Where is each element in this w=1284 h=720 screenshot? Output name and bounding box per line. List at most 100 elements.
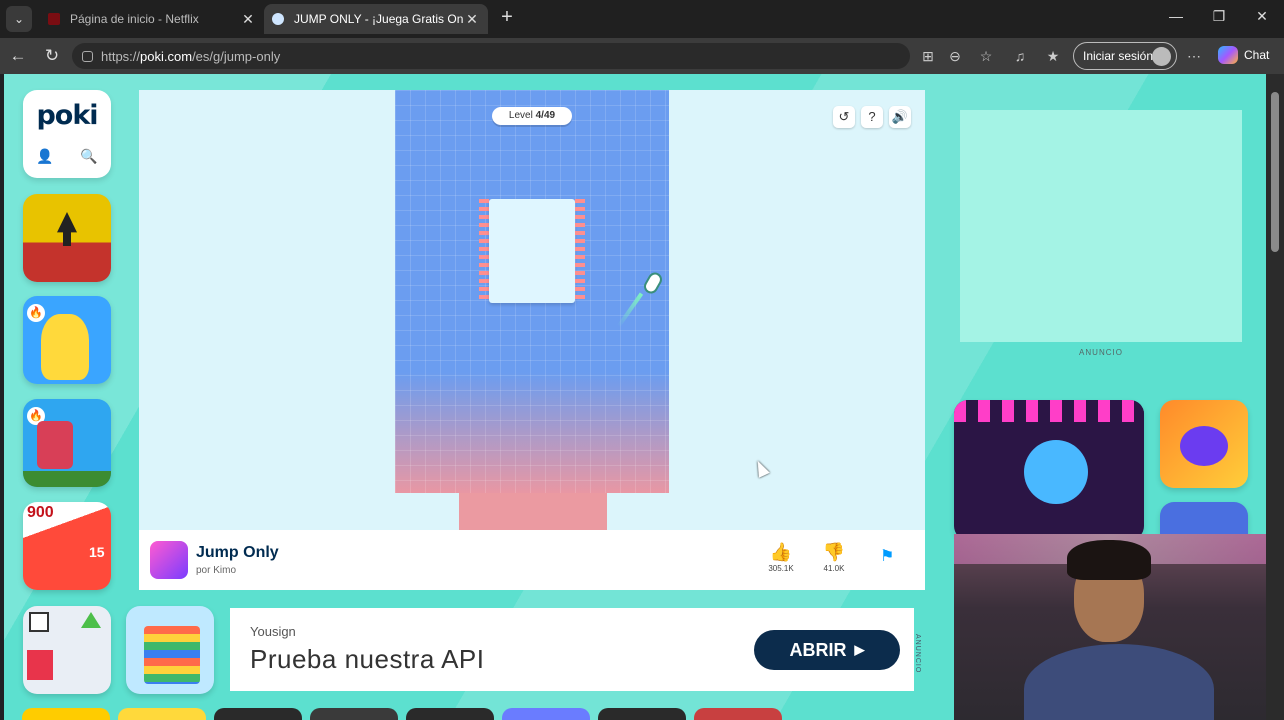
game-thumbnail[interactable] [118, 708, 206, 720]
game-thumbnail[interactable] [310, 708, 398, 720]
netflix-favicon-icon [48, 13, 60, 25]
close-tab-icon[interactable]: ✕ [464, 11, 480, 28]
url-field[interactable]: https://poki.com/es/g/jump-only [72, 43, 910, 69]
url-prefix: https:// [101, 48, 141, 64]
webcam-art [1067, 540, 1151, 580]
help-icon[interactable]: ? [861, 106, 883, 128]
platform-block [489, 199, 575, 303]
game-thumbnail[interactable] [406, 708, 494, 720]
game-art [23, 471, 111, 487]
game-thumbnail[interactable]: 900 15 [23, 502, 111, 590]
chat-label: Chat [1244, 48, 1270, 62]
close-window-icon[interactable]: ✕ [1252, 8, 1272, 25]
site-info-icon[interactable] [82, 50, 93, 62]
spikes-right [575, 199, 585, 303]
tab-netflix[interactable]: Página de inicio - Netflix ✕ [40, 4, 264, 34]
dislike-count: 41.0K [823, 564, 845, 573]
ad-side-label: ANUNCIO [914, 634, 921, 674]
more-tools-icon[interactable]: ⊖ [945, 47, 965, 65]
ad-banner[interactable]: Yousign Prueba nuestra API ABRIR ▶ [230, 608, 914, 691]
game-board[interactable]: Level 4/49 [395, 90, 669, 493]
game-info-bar: Jump Only por Kimo 👍 305.1K 👎 41.0K ⚑ [139, 530, 925, 590]
user-icon[interactable]: 👤 [36, 148, 53, 165]
game-art [1024, 440, 1088, 504]
game-art [37, 421, 73, 469]
menu-dots-icon[interactable]: ⋯ [1184, 47, 1204, 65]
minimize-icon[interactable]: — [1166, 8, 1186, 24]
game-art [29, 612, 49, 632]
dislike-button[interactable]: 👎 41.0K [817, 542, 851, 573]
copilot-chat-button[interactable]: Chat [1218, 46, 1269, 64]
game-thumbnail[interactable] [23, 194, 111, 282]
media-icon[interactable]: ♫ [1010, 47, 1030, 65]
game-thumbnail[interactable] [694, 708, 782, 720]
copilot-icon [1218, 46, 1238, 64]
poki-logo-card[interactable]: poki 👤 🔍 [23, 90, 111, 178]
game-thumbnail[interactable]: 🔥 [23, 296, 111, 384]
sound-icon[interactable]: 🔊 [889, 106, 911, 128]
game-art [27, 650, 53, 680]
signin-label: Iniciar sesión [1083, 49, 1154, 63]
new-tab-plus-icon[interactable]: + [496, 6, 518, 30]
game-frame[interactable]: Level 4/49 ↺ ? 🔊 [139, 90, 925, 530]
close-tab-icon[interactable]: ✕ [240, 11, 256, 28]
ad-label: ANUNCIO [1079, 348, 1123, 357]
poki-logo[interactable]: poki [23, 100, 111, 131]
like-button[interactable]: 👍 305.1K [764, 542, 798, 573]
report-flag-icon[interactable]: ⚑ [880, 546, 894, 566]
restart-icon[interactable]: ↺ [833, 106, 855, 128]
player-character [641, 269, 665, 297]
game-thumbnail[interactable]: 🔥 [23, 399, 111, 487]
webcam-art [1024, 644, 1214, 720]
game-author: por Kimo [196, 565, 237, 576]
game-art [57, 212, 77, 246]
tile-badge: 15 [89, 544, 105, 560]
hot-flame-icon: 🔥 [27, 304, 45, 322]
game-thumbnail[interactable] [502, 708, 590, 720]
game-thumbnail[interactable] [1160, 400, 1248, 488]
maximize-icon[interactable]: ❐ [1209, 8, 1229, 25]
tab-title: JUMP ONLY - ¡Juega Gratis Online! [294, 12, 464, 26]
level-label: Level [508, 110, 533, 121]
reload-icon[interactable]: ↻ [41, 46, 63, 66]
thumbs-up-icon: 👍 [769, 542, 793, 562]
spikes-left [479, 199, 489, 303]
mouse-cursor-icon [752, 458, 770, 478]
game-art [144, 626, 200, 684]
scrollbar-thumb[interactable] [1271, 92, 1279, 252]
game-art [41, 314, 89, 380]
ad-slot[interactable] [960, 110, 1242, 342]
level-indicator: Level 4/49 [492, 107, 572, 125]
game-art [1180, 426, 1228, 466]
game-thumbnail[interactable] [22, 708, 110, 720]
thumbs-down-icon: 👎 [822, 542, 846, 562]
chevron-right-icon: ▶ [854, 642, 865, 657]
back-arrow-icon[interactable]: ← [7, 46, 29, 66]
page-scrollbar[interactable] [1266, 74, 1284, 720]
tab-actions-chevron-icon[interactable]: ⌄ [6, 6, 32, 32]
signin-button[interactable]: Iniciar sesión [1073, 42, 1177, 70]
url-path: /es/g/jump-only [192, 48, 281, 64]
search-icon[interactable]: 🔍 [80, 148, 97, 165]
apps-icon[interactable]: ⊞ [918, 47, 938, 65]
tab-title: Página de inicio - Netflix [70, 12, 199, 26]
ad-open-label: ABRIR [789, 639, 847, 660]
arrow-up-icon [81, 612, 101, 628]
url-host: poki.com [140, 48, 193, 64]
tab-jump-only[interactable]: JUMP ONLY - ¡Juega Gratis Online! ✕ [264, 4, 488, 34]
game-thumbnail[interactable] [23, 606, 111, 694]
game-art [954, 400, 1144, 422]
webcam-overlay [954, 534, 1266, 720]
game-thumbnail[interactable] [126, 606, 214, 694]
ad-open-button[interactable]: ABRIR ▶ [754, 630, 900, 670]
favorite-star-icon[interactable]: ☆ [976, 47, 996, 65]
game-thumbnail[interactable] [598, 708, 686, 720]
favorites-icon[interactable]: ★ [1043, 47, 1063, 65]
board-lower-section [459, 493, 607, 530]
ad-headline: Prueba nuestra API [250, 644, 485, 674]
level-value: 4/49 [535, 110, 556, 121]
player-trail [616, 292, 644, 328]
poki-favicon-icon [272, 13, 284, 25]
game-thumbnail-large[interactable] [954, 400, 1144, 540]
game-thumbnail[interactable] [214, 708, 302, 720]
